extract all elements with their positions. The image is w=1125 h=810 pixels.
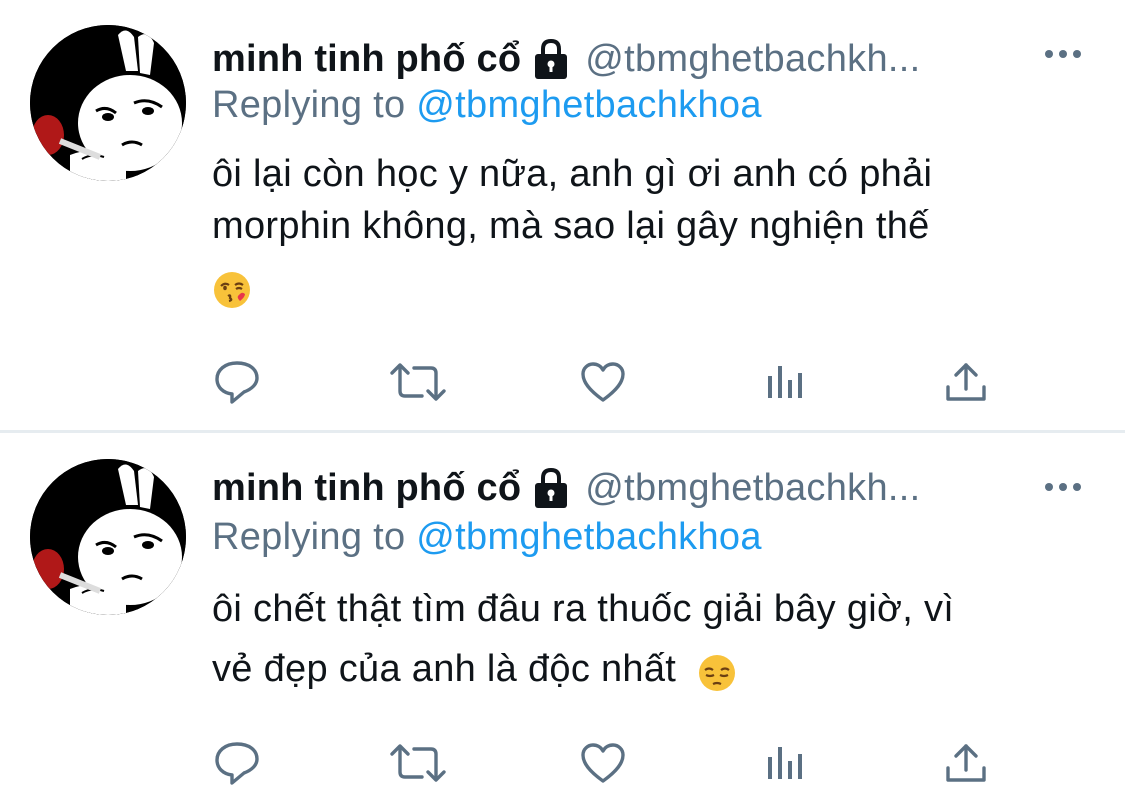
pensive-face-emoji — [697, 651, 737, 691]
display-name[interactable]: minh tinh phố cổ — [212, 38, 521, 81]
like-button[interactable] — [573, 352, 633, 412]
display-name[interactable]: minh tinh phố cổ — [212, 467, 521, 510]
reply-button[interactable] — [207, 352, 267, 412]
tweet-text-line: ôi chết thật tìm đâu ra thuốc giải bây g… — [212, 588, 955, 630]
heart-icon — [579, 741, 627, 785]
tweet-header: minh tinh phố cổ @tbmghetbachkh... — [212, 36, 920, 82]
tweet[interactable]: minh tinh phố cổ @tbmghetbachkh... Reply… — [0, 0, 1125, 430]
reply-icon — [213, 740, 261, 786]
reply-button[interactable] — [207, 733, 267, 793]
share-icon — [944, 361, 988, 403]
lock-icon — [531, 37, 571, 81]
tweet-text-line: ôi lại còn học y nữa, anh gì ơi anh có p… — [212, 153, 933, 195]
analytics-button[interactable] — [755, 352, 815, 412]
tweet-header: minh tinh phố cổ @tbmghetbachkh... — [212, 465, 920, 511]
face-blowing-kiss-emoji — [212, 270, 252, 310]
tweet-text: ôi chết thật tìm đâu ra thuốc giải bây g… — [212, 579, 1092, 699]
tweet-text-line-with-emoji: vẻ đẹp của anh là độc nhất — [212, 639, 1092, 699]
retweet-icon — [388, 361, 448, 403]
analytics-button[interactable] — [755, 733, 815, 793]
tweet-text-segment: vẻ đẹp của anh là độc nhất — [212, 648, 677, 690]
handle[interactable]: @tbmghetbachkh... — [585, 467, 920, 510]
tweet-text-line: morphin không, mà sao lại gây nghiện thế — [212, 205, 930, 247]
reply-icon — [213, 359, 261, 405]
replying-to: Replying to @tbmghetbachkhoa — [212, 516, 762, 559]
like-button[interactable] — [573, 733, 633, 793]
lock-icon — [531, 466, 571, 510]
replying-prefix: Replying to — [212, 516, 406, 558]
more-icon[interactable] — [1041, 46, 1085, 62]
analytics-icon — [765, 364, 805, 400]
tweet-text: ôi lại còn học y nữa, anh gì ơi anh có p… — [212, 148, 1092, 314]
share-button[interactable] — [936, 352, 996, 412]
retweet-button[interactable] — [388, 733, 448, 793]
tweet-actions — [0, 352, 1125, 412]
avatar[interactable] — [30, 459, 186, 615]
analytics-icon — [765, 745, 805, 781]
tweet-actions — [0, 733, 1125, 793]
share-button[interactable] — [936, 733, 996, 793]
retweet-icon — [388, 742, 448, 784]
avatar-image — [30, 459, 186, 615]
replying-prefix: Replying to — [212, 84, 406, 126]
retweet-button[interactable] — [388, 352, 448, 412]
replying-to: Replying to @tbmghetbachkhoa — [212, 84, 762, 127]
share-icon — [944, 742, 988, 784]
tweet[interactable]: minh tinh phố cổ @tbmghetbachkh... Reply… — [0, 433, 1125, 810]
replying-to-link[interactable]: @tbmghetbachkhoa — [416, 84, 761, 126]
heart-icon — [579, 360, 627, 404]
handle[interactable]: @tbmghetbachkh... — [585, 38, 920, 81]
more-icon[interactable] — [1041, 479, 1085, 495]
replying-to-link[interactable]: @tbmghetbachkhoa — [416, 516, 761, 558]
avatar-image — [30, 25, 186, 181]
tweet-text-line-emoji — [212, 252, 1092, 314]
avatar[interactable] — [30, 25, 186, 181]
